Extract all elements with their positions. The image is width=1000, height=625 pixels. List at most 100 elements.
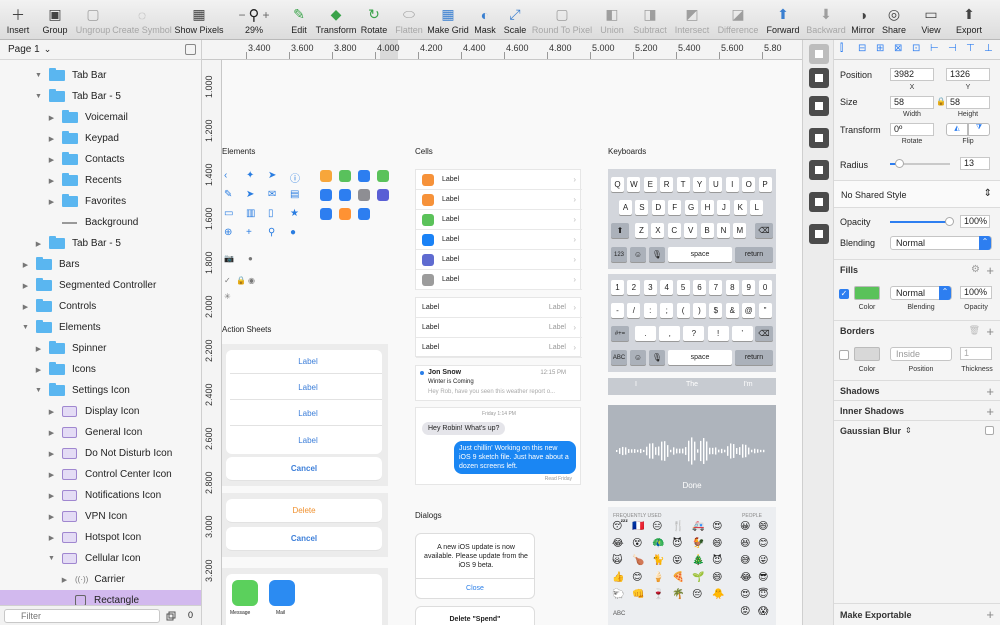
align-icon[interactable]: ⊠ [894, 43, 902, 54]
ios-glyph-icon[interactable]: ✉ [268, 189, 276, 200]
emoji-key[interactable]: 😑 [652, 521, 662, 532]
disclosure-empty[interactable] [60, 596, 69, 605]
layer-row[interactable]: ▶ Contacts [0, 149, 201, 170]
settings-icon-tile[interactable] [339, 170, 351, 182]
disclosure-open-icon[interactable]: ▼ [34, 71, 43, 80]
backspace-key[interactable]: ⌫ [755, 223, 773, 238]
emoji-key[interactable]: 🐥 [712, 589, 724, 600]
ios-glyph-icon[interactable]: ▯ [268, 208, 274, 219]
inspector-tab-icon[interactable] [809, 44, 829, 64]
align-icon[interactable]: ⊤ [966, 43, 975, 54]
inspector-tab-icon[interactable] [809, 128, 829, 148]
emoji-key[interactable]: 😔 [692, 589, 702, 600]
action-sheet-option[interactable]: Label [230, 376, 382, 400]
collapse-pages-icon[interactable] [185, 44, 196, 55]
fill-blending-select[interactable]: Normal [890, 286, 952, 300]
keyboard-key[interactable]: 9 [742, 280, 756, 295]
keyboard-key[interactable]: U [709, 177, 723, 192]
keyboard-key[interactable]: B [700, 223, 714, 238]
keyboard-key[interactable]: W [627, 177, 641, 192]
table-row[interactable]: Label Label › [416, 298, 582, 318]
border-enabled-checkbox[interactable] [839, 350, 849, 360]
border-position-select[interactable]: Inside [890, 347, 952, 361]
dialogs-artboard-title[interactable]: Dialogs [415, 511, 442, 520]
keyboard-key[interactable]: 6 [693, 280, 706, 295]
keyboard-key[interactable]: Q [611, 177, 624, 192]
layer-row[interactable]: ▶ Tab Bar - 5 [0, 233, 201, 254]
emoji-key[interactable]: 😍 [712, 521, 722, 532]
add-fill-icon[interactable]: + [986, 263, 994, 278]
emoji-key[interactable]: 👍 [612, 572, 624, 583]
ios-glyph-icon[interactable]: ✎ [224, 189, 232, 200]
table-row[interactable]: Label Label › [416, 338, 582, 358]
layer-row[interactable]: ▶ Recents [0, 170, 201, 191]
keyboard-key[interactable]: 2 [627, 280, 641, 295]
ios-glyph-icon[interactable]: ‹ [224, 170, 227, 181]
disclosure-closed-icon[interactable]: ▶ [47, 491, 56, 500]
table-row[interactable]: Label Label › [416, 318, 582, 338]
zoom-in-icon[interactable]: + [263, 8, 270, 22]
message-app-icon[interactable] [232, 580, 258, 606]
lock-ratio-icon[interactable]: 🔒 [936, 97, 946, 106]
emoji-key[interactable]: 🚑 [692, 521, 704, 532]
inspector-tab-icon[interactable] [809, 68, 829, 88]
inspector-tab-icon[interactable] [809, 224, 829, 244]
table-row[interactable]: Label › [416, 250, 582, 270]
emoji-key[interactable]: 🙀 [612, 555, 622, 566]
backspace-key[interactable]: ⌫ [755, 326, 773, 341]
align-icon[interactable]: ⊡ [912, 43, 920, 54]
width-field[interactable]: 58 [890, 96, 934, 109]
action-sheet-option[interactable]: Label [230, 350, 382, 374]
disclosure-open-icon[interactable]: ▼ [21, 323, 30, 332]
action-sheets-artboard-title[interactable]: Action Sheets [222, 325, 271, 334]
toolbar-scale-button[interactable]: ⤢ Scale [500, 0, 530, 40]
keyboard-key[interactable]: D [651, 200, 665, 215]
keyboard-key[interactable]: V [684, 223, 698, 238]
keyboard-key[interactable]: H [701, 200, 714, 215]
emoji-keyboard[interactable]: FREQUENTLY USED PEOPLE ABC 😴 🇫🇷 😑 🍴 🚑 😍 😂 😵 🦚 😈 🐓 😄… [608, 507, 776, 625]
microphone-key[interactable]: 🎙 [649, 247, 665, 262]
disclosure-open-icon[interactable]: ▼ [34, 92, 43, 101]
rotate-field[interactable]: 0º [890, 123, 934, 136]
mail-app-icon[interactable] [269, 580, 295, 606]
radius-slider[interactable] [890, 159, 950, 168]
ios-glyph-icon[interactable]: ➤ [268, 170, 276, 181]
destructive-sheet-artboard[interactable]: Delete Cancel [222, 493, 388, 557]
toolbar-union-button[interactable]: ◧ Union [594, 0, 630, 40]
page-selector[interactable]: Page 1 ⌄ [0, 40, 201, 60]
keyboard-key[interactable]: A [619, 200, 632, 215]
keyboard-key[interactable]: X [651, 223, 665, 238]
layer-row[interactable]: ▶ Spinner [0, 338, 201, 359]
toolbar-backward-button[interactable]: ⬇ Backward [804, 0, 848, 40]
emoji-key[interactable]: 😀 [740, 521, 750, 532]
add-shadow-icon[interactable]: + [986, 384, 994, 399]
keyboard-key[interactable]: T [676, 177, 690, 192]
emoji-abc-key[interactable]: ABC [613, 611, 625, 617]
emoji-key[interactable]: 🐓 [692, 538, 704, 549]
action-sheet-artboard[interactable]: Label Label Label Label Cancel [222, 344, 388, 486]
emoji-key[interactable]: 😵 [632, 538, 642, 549]
emoji-key[interactable]: 🦚 [652, 538, 664, 549]
keyboard-key[interactable]: 1 [611, 280, 624, 295]
gear-icon[interactable]: ⚙ [971, 264, 980, 275]
space-key[interactable]: space [668, 350, 732, 365]
layer-row[interactable]: ▶ Control Center Icon [0, 464, 201, 485]
align-icon[interactable]: ⊥ [984, 43, 993, 54]
layer-row[interactable]: ▶ Display Icon [0, 401, 201, 422]
return-key[interactable]: return [735, 350, 773, 365]
settings-icon-tile[interactable] [320, 170, 332, 182]
layer-row[interactable]: ▼ Settings Icon [0, 380, 201, 401]
ios-glyph-icon[interactable]: ✦ [246, 170, 254, 181]
layer-row[interactable]: Rectangle [0, 590, 201, 605]
layer-row[interactable]: ▶ Notifications Icon [0, 485, 201, 506]
emoji-key[interactable]: 😄 [712, 572, 722, 583]
alpha-keyboard[interactable]: Q W E R T Y U I O P A S D F G H J K L Z X C V B N M ⬆ ⌫ 123 ☺ 🎙 space re… [608, 169, 776, 269]
disclosure-closed-icon[interactable]: ▶ [47, 533, 56, 542]
symbols-key[interactable]: #+= [611, 326, 629, 341]
radius-slider-knob[interactable] [895, 159, 904, 168]
canvas[interactable]: Elements ‹ ✦ ➤ ⓘ ✎ ➤ ✉ ▤ ▭ ▥ ▯ ★ ⊕ + ⚲ ● 📷 ● ✓ 🔒 ◉ ✳ Action S… [222, 60, 802, 625]
emoji-key[interactable]: 🍴 [672, 521, 684, 532]
emoji-key[interactable]: 🍗 [632, 555, 644, 566]
inspector-tab-icon[interactable] [809, 96, 829, 116]
trash-icon[interactable]: 🗑 [969, 325, 980, 336]
